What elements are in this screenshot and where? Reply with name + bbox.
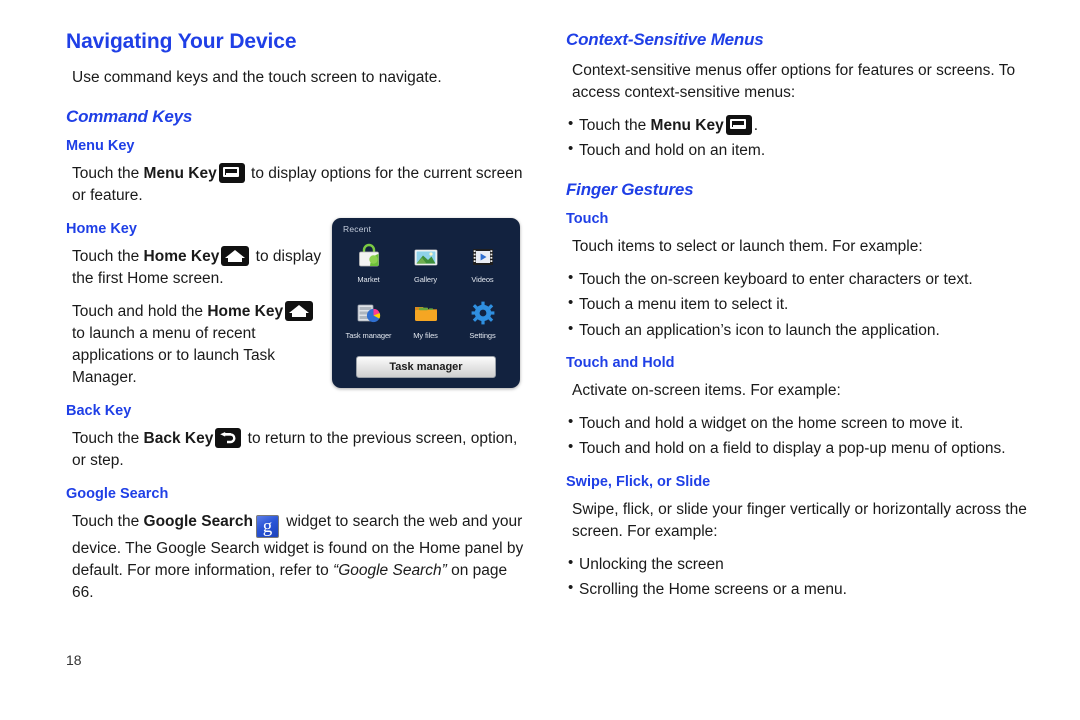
home-key-text-prefix-1: Touch the (72, 248, 144, 265)
context-menus-bullet-list: Touch the Menu Key. Touch and hold on an… (566, 114, 1036, 162)
gallery-icon (411, 242, 441, 272)
menu-key-icon (218, 163, 245, 183)
google-search-paragraph: Touch the Google Search g widget to searc… (66, 511, 526, 604)
back-key-bold-label: Back Key (143, 430, 214, 447)
app-label: Task manager (345, 331, 392, 340)
list-item: Touch and hold on an item. (568, 139, 1036, 161)
menu-key-icon (725, 115, 752, 135)
recent-app-task-manager[interactable]: Task manager (340, 296, 397, 352)
context-bullet-suffix: . (753, 117, 759, 134)
touch-bullet-list: Touch the on-screen keyboard to enter ch… (566, 268, 1036, 341)
subheading-touch-and-hold: Touch and Hold (566, 354, 675, 371)
task-manager-button[interactable]: Task manager (356, 356, 496, 378)
subheading-google-search: Google Search (66, 486, 169, 502)
list-item: Touch and hold a widget on the home scre… (568, 412, 1036, 434)
app-label: My files (413, 331, 438, 340)
touch-and-hold-bullet-list: Touch and hold a widget on the home scre… (566, 412, 1036, 460)
recent-apps-grid: Market Gallery Videos Task manager My fi… (340, 240, 512, 352)
touch-and-hold-paragraph: Activate on-screen items. For example: (572, 381, 841, 399)
google-search-icon: g (255, 515, 279, 538)
right-column: Context-Sensitive Menus Context-sensitiv… (566, 30, 1036, 609)
recent-app-market[interactable]: Market (340, 240, 397, 296)
subheading-back-key: Back Key (66, 403, 132, 419)
google-search-bold-label: Google Search (143, 513, 253, 530)
google-search-reference: “Google Search” (333, 562, 447, 579)
home-key-paragraph-2: Touch and hold the Home Key to launch a … (66, 301, 322, 389)
home-key-icon (285, 301, 314, 321)
subheading-touch: Touch (566, 210, 609, 227)
list-item: Scrolling the Home screens or a menu. (568, 578, 1036, 600)
back-key-text-prefix: Touch the (72, 430, 144, 447)
videos-icon (468, 242, 498, 272)
page-title: Navigating Your Device (66, 30, 297, 53)
home-key-text-suffix-2: to launch a menu of recent applications … (72, 325, 276, 386)
recent-panel-label: Recent (343, 224, 372, 234)
subheading-menu-key: Menu Key (66, 138, 135, 154)
list-item: Touch the on-screen keyboard to enter ch… (568, 268, 1036, 290)
back-key-icon (215, 428, 242, 448)
app-label: Settings (469, 331, 496, 340)
app-label: Gallery (413, 275, 438, 284)
list-item: Unlocking the screen (568, 553, 1036, 575)
back-key-paragraph: Touch the Back Key to return to the prev… (66, 428, 526, 472)
menu-key-paragraph: Touch the Menu Key to display options fo… (66, 163, 526, 207)
app-label: Market (357, 275, 380, 284)
list-item: Touch an application’s icon to launch th… (568, 318, 1036, 341)
device-screenshot-figure: Recent Market Gallery Videos Task manage… (332, 218, 520, 388)
section-heading-finger-gestures: Finger Gestures (566, 179, 694, 199)
recent-app-gallery[interactable]: Gallery (397, 240, 454, 296)
google-search-text-prefix: Touch the (72, 513, 144, 530)
menu-key-bold-label: Menu Key (143, 165, 217, 182)
context-bullet-bold: Menu Key (650, 117, 724, 134)
recent-app-my-files[interactable]: My files (397, 296, 454, 352)
list-item: Touch and hold on a field to display a p… (568, 437, 1036, 459)
home-key-bold-label-2: Home Key (207, 303, 284, 320)
section-heading-context-sensitive-menus: Context-Sensitive Menus (566, 30, 764, 49)
manual-page: Navigating Your Device Use command keys … (0, 0, 1080, 720)
task-manager-icon (354, 298, 384, 328)
list-item: Touch the Menu Key. (568, 114, 1036, 136)
app-label: Videos (471, 275, 494, 284)
market-icon (354, 242, 384, 272)
context-bullet-prefix: Touch the (579, 117, 651, 134)
home-key-icon (221, 246, 250, 266)
subheading-swipe-flick-slide: Swipe, Flick, or Slide (566, 473, 711, 490)
page-number: 18 (66, 652, 82, 668)
intro-paragraph: Use command keys and the touch screen to… (72, 69, 442, 86)
section-heading-command-keys: Command Keys (66, 107, 193, 126)
context-menus-paragraph: Context-sensitive menus offer options fo… (572, 62, 1016, 101)
home-key-text-prefix-2: Touch and hold the (72, 303, 208, 320)
touch-paragraph: Touch items to select or launch them. Fo… (572, 237, 923, 255)
my-files-icon (411, 298, 441, 328)
settings-icon (468, 298, 498, 328)
recent-app-videos[interactable]: Videos (454, 240, 511, 296)
home-key-bold-label-1: Home Key (143, 248, 220, 265)
swipe-paragraph: Swipe, flick, or slide your finger verti… (572, 500, 1027, 540)
swipe-bullet-list: Unlocking the screen Scrolling the Home … (566, 553, 1036, 601)
list-item: Touch a menu item to select it. (568, 293, 1036, 315)
menu-key-text-prefix: Touch the (72, 165, 144, 182)
home-key-paragraph-1: Touch the Home Key to display the first … (66, 246, 322, 290)
recent-app-settings[interactable]: Settings (454, 296, 511, 352)
